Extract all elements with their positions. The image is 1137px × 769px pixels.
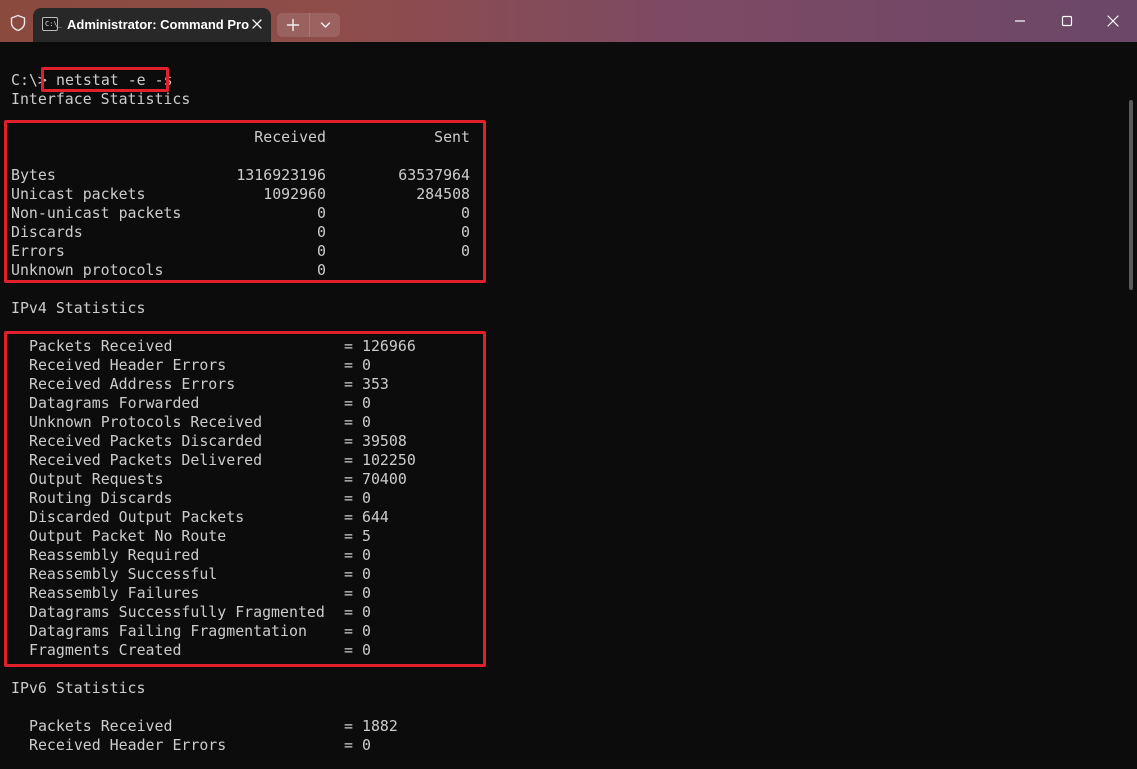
tab-title: Administrator: Command Pro [67,17,250,32]
stat-value: 1882 [362,717,398,735]
ipv4-heading: IPv4 Statistics [11,299,146,317]
tab-command-prompt[interactable]: C:\_ Administrator: Command Pro [33,8,271,42]
maximize-icon[interactable] [1047,8,1087,34]
new-tab-group [277,13,340,37]
chevron-down-icon[interactable] [309,13,341,37]
title-bar: C:\_ Administrator: Command Pro [0,0,1137,42]
plus-icon[interactable] [277,13,309,37]
shield-icon [10,14,26,32]
command-highlight [41,67,169,92]
ipv4-highlight [4,331,486,667]
scrollbar[interactable] [1129,100,1133,290]
close-icon[interactable] [249,16,265,32]
close-icon[interactable] [1093,8,1133,34]
equals-sign: = [344,717,362,735]
stat-label: Received Header Errors [29,736,227,754]
ipv6-heading: IPv6 Statistics [11,679,146,697]
cmd-icon: C:\_ [42,17,62,31]
interface-heading: Interface Statistics [11,90,191,108]
stat-value: 0 [362,736,371,754]
terminal-output[interactable]: C:\> netstat -e -s Interface Statistics … [0,42,1137,769]
stat-label: Packets Received [29,717,173,735]
interface-highlight [4,120,486,283]
equals-sign: = [344,736,362,754]
minimize-icon[interactable] [1000,8,1040,34]
